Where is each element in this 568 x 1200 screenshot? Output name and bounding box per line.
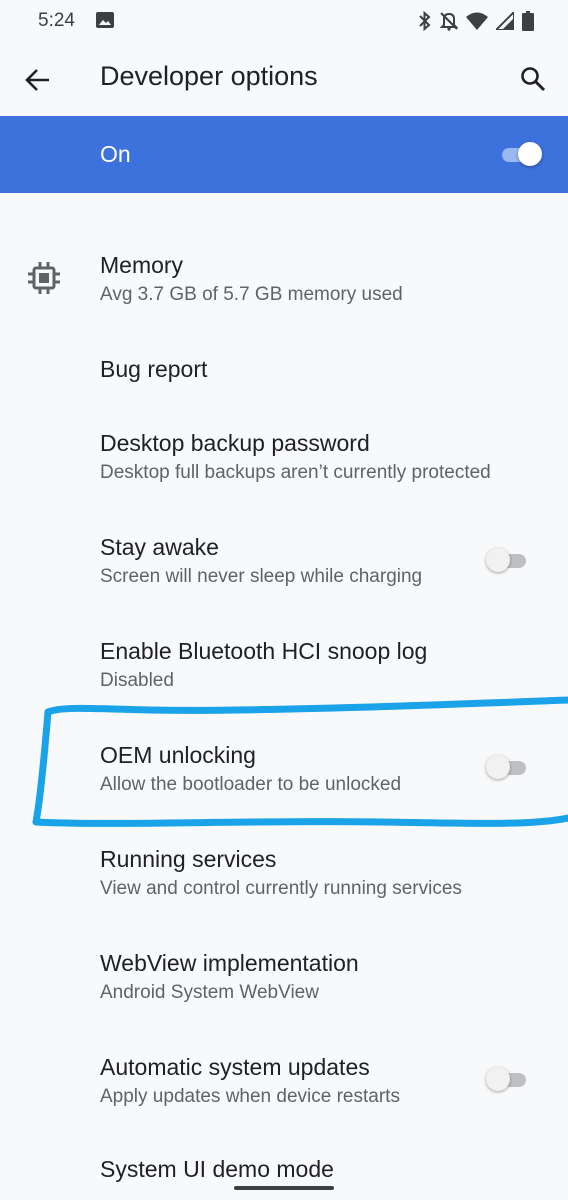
setting-subtitle: Allow the bootloader to be unlocked (100, 774, 402, 795)
setting-running-services[interactable]: Running services View and control curren… (0, 834, 568, 914)
signal-icon (496, 12, 514, 30)
setting-subtitle: Screen will never sleep while charging (100, 566, 423, 587)
stay-awake-toggle[interactable] (486, 547, 530, 575)
status-bar: 5:24 (0, 0, 568, 42)
master-switch-label: On (100, 141, 131, 167)
app-bar: Developer options (0, 42, 568, 116)
setting-title: OEM unlocking (100, 742, 256, 768)
setting-subtitle: Desktop full backups aren’t currently pr… (100, 462, 491, 483)
bluetooth-icon (418, 11, 432, 31)
setting-title: System UI demo mode (100, 1156, 334, 1182)
setting-automatic-system-updates[interactable]: Automatic system updates Apply updates w… (0, 1042, 568, 1122)
gallery-icon (96, 12, 114, 28)
setting-memory[interactable]: Memory Avg 3.7 GB of 5.7 GB memory used (0, 240, 568, 320)
search-icon (521, 67, 546, 92)
setting-title: Automatic system updates (100, 1054, 370, 1080)
setting-title: Memory (100, 252, 184, 278)
master-toggle[interactable] (498, 141, 542, 169)
setting-system-ui-demo-mode[interactable]: System UI demo mode (0, 1146, 568, 1200)
setting-title: Stay awake (100, 534, 219, 560)
memory-chip-icon (28, 262, 60, 294)
wifi-icon (466, 12, 488, 30)
setting-subtitle: Disabled (100, 670, 174, 691)
notifications-off-icon (440, 11, 458, 31)
gesture-nav-handle[interactable] (234, 1186, 334, 1190)
setting-desktop-backup-password[interactable]: Desktop backup password Desktop full bac… (0, 418, 568, 498)
toggle-thumb (518, 142, 542, 166)
toggle-thumb (486, 1067, 510, 1091)
setting-title: Desktop backup password (100, 430, 370, 456)
toggle-thumb (486, 755, 510, 779)
toggle-thumb (486, 548, 510, 572)
setting-stay-awake[interactable]: Stay awake Screen will never sleep while… (0, 522, 568, 602)
setting-bug-report[interactable]: Bug report (0, 340, 568, 400)
battery-icon (522, 11, 534, 31)
search-button[interactable] (514, 60, 552, 98)
back-button[interactable] (20, 62, 56, 98)
automatic-updates-toggle[interactable] (486, 1066, 530, 1094)
oem-unlocking-toggle[interactable] (486, 754, 530, 782)
setting-title: WebView implementation (100, 950, 359, 976)
setting-title: Enable Bluetooth HCI snoop log (100, 638, 428, 664)
setting-subtitle: Android System WebView (100, 982, 319, 1003)
status-time: 5:24 (38, 10, 75, 31)
page-title: Developer options (100, 61, 318, 91)
setting-oem-unlocking[interactable]: OEM unlocking Allow the bootloader to be… (0, 730, 568, 810)
setting-title: Bug report (100, 356, 208, 382)
back-arrow-icon (25, 69, 49, 91)
master-switch-bar[interactable]: On (0, 116, 568, 193)
setting-subtitle: Apply updates when device restarts (100, 1086, 400, 1107)
setting-title: Running services (100, 846, 277, 872)
setting-webview-implementation[interactable]: WebView implementation Android System We… (0, 938, 568, 1018)
setting-bluetooth-hci-snoop-log[interactable]: Enable Bluetooth HCI snoop log Disabled (0, 626, 568, 706)
setting-subtitle: Avg 3.7 GB of 5.7 GB memory used (100, 284, 403, 305)
setting-subtitle: View and control currently running servi… (100, 878, 462, 899)
